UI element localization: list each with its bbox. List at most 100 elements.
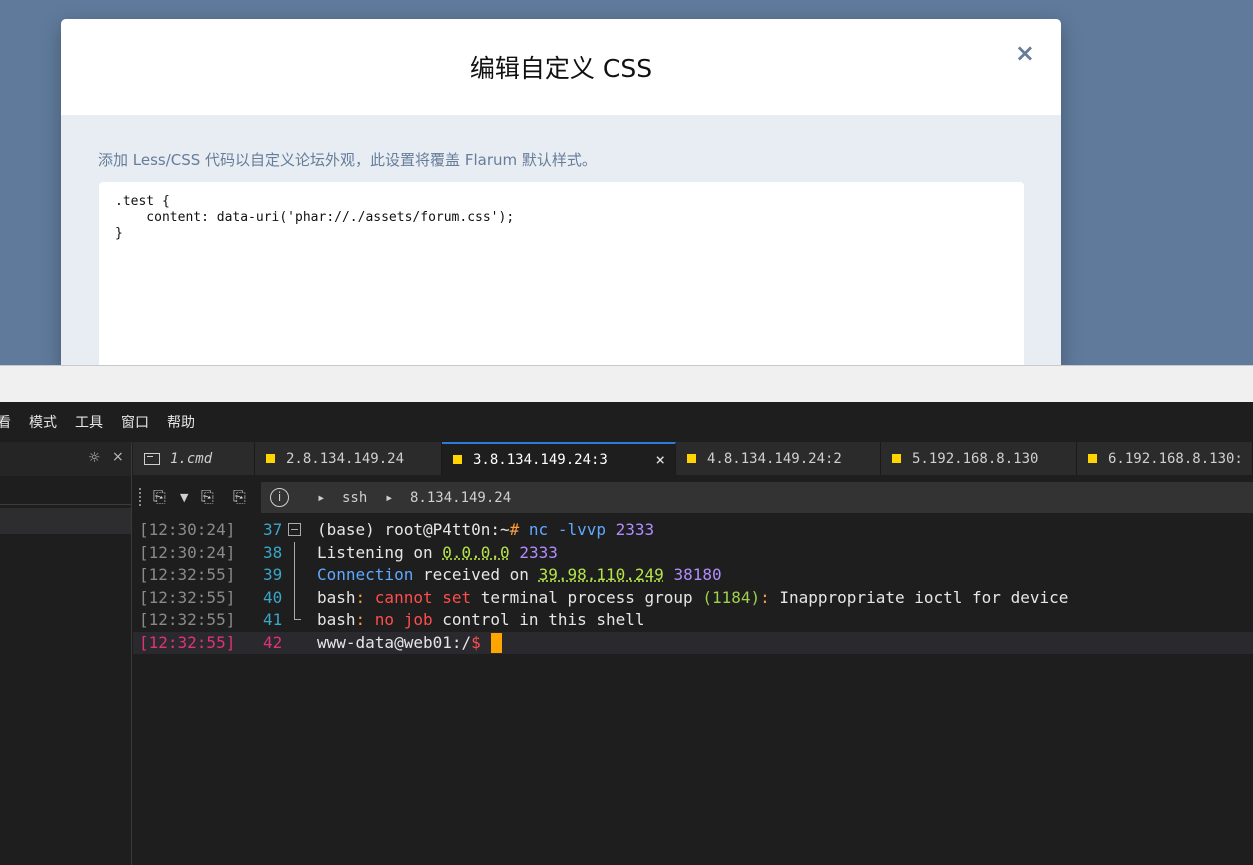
duplicate-tab-icon[interactable]: ⎘: [201, 487, 214, 507]
text-segment: 2333: [615, 520, 655, 539]
window-separator: [0, 365, 1253, 402]
line-text: bash: cannot set terminal process group …: [317, 587, 1068, 609]
tab-2[interactable]: 2.8.134.149.24: [255, 442, 442, 475]
tab-label: 1.cmd: [170, 450, 213, 467]
tab-label: 3.8.134.149.24:3: [473, 451, 608, 468]
line-timestamp: [12:32:55]: [139, 565, 236, 584]
tab-5[interactable]: 5.192.168.8.130: [881, 442, 1077, 475]
text-segment: $: [471, 632, 481, 652]
gear-icon[interactable]: ☼: [88, 450, 101, 466]
fold-guide-line: [294, 564, 295, 587]
terminal-icon: [144, 452, 160, 465]
sidebar-header: ☼ ×: [0, 442, 131, 476]
line-number: 37: [263, 520, 283, 539]
menubar: 看 模式 工具 窗口 帮助: [0, 402, 1253, 442]
line-text: (base) root@P4tt0n:~# nc -lvvp 2333: [317, 519, 654, 541]
tab-bar: 1.cmd 2.8.134.149.24 3.8.134.149.24:3 × …: [133, 442, 1253, 475]
yellow-square-icon: [266, 454, 275, 463]
text-segment: #: [509, 520, 529, 539]
yellow-square-icon: [453, 455, 462, 464]
breadcrumb-ssh[interactable]: ssh: [342, 490, 367, 506]
yellow-square-icon: [892, 454, 901, 463]
settings-tab-icon[interactable]: ⎘: [233, 487, 246, 507]
sidebar-close-button[interactable]: ×: [112, 449, 124, 465]
menu-item-tools[interactable]: 工具: [75, 412, 103, 432]
line-text: Listening on 0.0.0.0 2333: [317, 542, 558, 564]
terminal-line: [12:30:24] 38 Listening on 0.0.0.0 2333: [133, 541, 1253, 565]
text-segment: Inappropriate ioctl for device: [779, 587, 1069, 607]
modal-close-button[interactable]: ×: [1015, 41, 1035, 65]
text-segment: (1184): [702, 587, 761, 607]
text-segment: [510, 543, 520, 562]
tab-1-cmd[interactable]: 1.cmd: [133, 442, 255, 475]
line-number: 41: [263, 610, 283, 629]
line-timestamp: [12:32:55]: [139, 632, 236, 652]
tab-label: 6.192.168.8.130:: [1108, 450, 1243, 467]
text-segment: (base) root@P4tt0n:~: [317, 520, 510, 539]
terminal-toolbar: ⎘ ▼ ⎘ ⎘ i ▸ ssh ▸ 8.134.149.24: [133, 475, 1253, 515]
text-segment: cannot set: [374, 587, 472, 607]
text-segment: received on: [413, 565, 539, 584]
fold-collapse-icon[interactable]: [288, 523, 301, 536]
text-segment: www-data@web01:/: [317, 632, 472, 652]
terminal-output[interactable]: [12:30:24] 37 (base) root@P4tt0n:~# nc -lv…: [133, 519, 1253, 865]
text-segment: 38180: [673, 565, 722, 584]
tab-6[interactable]: 6.192.168.8.130:: [1077, 442, 1253, 475]
yellow-square-icon: [687, 454, 696, 463]
menu-item-window[interactable]: 窗口: [121, 412, 149, 432]
tab-4[interactable]: 4.8.134.149.24:2: [676, 442, 881, 475]
tab-label: 4.8.134.149.24:2: [707, 450, 842, 467]
modal-header: 编辑自定义 CSS ×: [61, 19, 1061, 115]
menu-item-help[interactable]: 帮助: [167, 412, 195, 432]
line-text: Connection received on 39.98.110.249 381…: [317, 564, 722, 586]
text-segment: 2333: [519, 542, 558, 562]
tab-label: 5.192.168.8.130: [912, 450, 1039, 467]
tab-label: 2.8.134.149.24: [286, 450, 405, 467]
fold-guide-line: [294, 586, 295, 610]
breadcrumb-host[interactable]: 8.134.149.24: [410, 490, 511, 506]
yellow-square-icon: [1088, 454, 1097, 463]
custom-css-modal: 编辑自定义 CSS × 添加 Less/CSS 代码以自定义论坛外观，此设置将覆…: [61, 19, 1061, 369]
terminal-line: [12:32:55] 41 bash: no job control in this…: [133, 609, 1253, 631]
line-number: 39: [263, 565, 283, 584]
info-icon[interactable]: i: [270, 488, 289, 507]
text-segment: [664, 565, 674, 584]
line-text: www-data@web01:/$: [317, 632, 502, 654]
fold-guide-end: [294, 619, 301, 620]
session-sidebar: ☼ ×: [0, 442, 132, 865]
new-tab-icon[interactable]: ⎘: [153, 487, 166, 507]
sidebar-divider: [0, 504, 131, 505]
line-timestamp: [12:32:55]: [139, 587, 236, 607]
text-segment: terminal process group: [471, 587, 703, 607]
text-segment: Listening on: [317, 542, 443, 562]
menu-item-mode[interactable]: 模式: [29, 412, 57, 432]
terminal-app: 看 模式 工具 窗口 帮助 ☼ × 1.cmd 2.8.134.149.24 3…: [0, 402, 1253, 865]
line-number: 42: [263, 632, 283, 652]
text-segment: :: [355, 587, 375, 607]
terminal-line: [12:30:24] 37 (base) root@P4tt0n:~# nc -lv…: [133, 519, 1253, 541]
line-number: 40: [263, 587, 283, 607]
tab-3-active[interactable]: 3.8.134.149.24:3 ×: [442, 442, 676, 475]
terminal-line: [12:32:55] 42 www-data@web01:/$: [133, 631, 1253, 654]
breadcrumb-arrow: ▸: [317, 490, 326, 506]
text-segment: nc -lvvp: [528, 520, 616, 539]
line-timestamp: [12:32:55]: [139, 610, 236, 629]
modal-title: 编辑自定义 CSS: [469, 54, 653, 83]
chevron-down-icon[interactable]: ▼: [180, 491, 188, 504]
line-text: bash: no job control in this shell: [317, 609, 645, 631]
breadcrumb-arrow: ▸: [385, 490, 394, 506]
text-segment: bash: [317, 610, 356, 629]
sidebar-selected-item[interactable]: [0, 508, 131, 534]
terminal-line: [12:32:55] 40 bash: cannot set terminal pr…: [133, 586, 1253, 610]
drag-handle-icon[interactable]: [139, 488, 143, 506]
text-segment: :: [355, 610, 375, 629]
tab-close-button[interactable]: ×: [655, 450, 665, 469]
modal-help-text: 添加 Less/CSS 代码以自定义论坛外观，此设置将覆盖 Flarum 默认样…: [98, 151, 597, 169]
css-code-textarea[interactable]: .test { content: data-uri('phar://./asse…: [99, 182, 1024, 369]
text-segment: 39.98.110.249: [538, 565, 664, 584]
line-number: 38: [263, 542, 283, 562]
menu-item-view[interactable]: 看: [0, 412, 11, 432]
terminal-line: [12:32:55] 39 Connection received on 39.98…: [133, 564, 1253, 587]
line-timestamp: [12:30:24]: [139, 542, 236, 562]
line-timestamp: [12:30:24]: [139, 520, 236, 539]
